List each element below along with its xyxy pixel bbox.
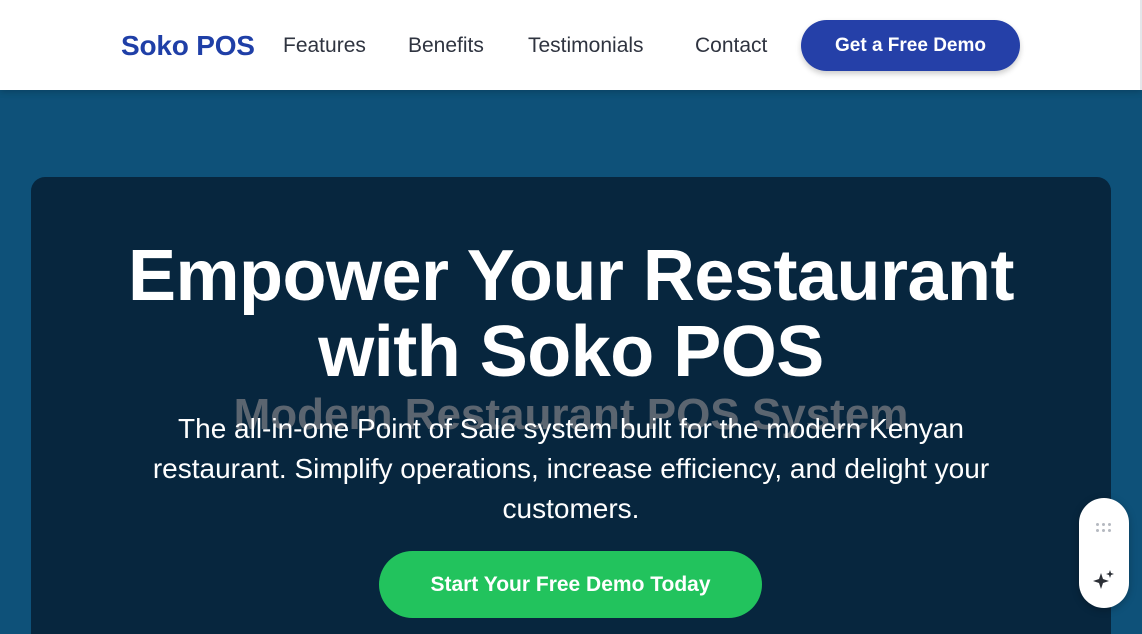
hero-description: The all-in-one Point of Sale system buil…	[152, 413, 990, 524]
nav-link-testimonials[interactable]: Testimonials	[528, 33, 644, 59]
drag-handle-icon[interactable]	[1096, 523, 1112, 535]
site-header: Soko POS Features Benefits Testimonials …	[0, 0, 1142, 90]
floating-assistant-widget	[1079, 498, 1129, 608]
nav-link-contact[interactable]: Contact	[695, 33, 767, 59]
hero-title-line2: with Soko POS	[318, 312, 824, 392]
hero-title: Empower Your Restaurant with Soko POS	[31, 238, 1111, 390]
get-free-demo-button[interactable]: Get a Free Demo	[801, 20, 1020, 71]
page: Soko POS Features Benefits Testimonials …	[0, 0, 1142, 634]
start-free-demo-button[interactable]: Start Your Free Demo Today	[379, 551, 762, 618]
brand-logo[interactable]: Soko POS	[121, 29, 255, 63]
hero-title-line1: Empower Your Restaurant	[127, 236, 1015, 316]
nav-link-benefits[interactable]: Benefits	[408, 33, 484, 59]
nav-link-features[interactable]: Features	[283, 33, 366, 59]
sparkle-icon[interactable]	[1092, 568, 1116, 592]
